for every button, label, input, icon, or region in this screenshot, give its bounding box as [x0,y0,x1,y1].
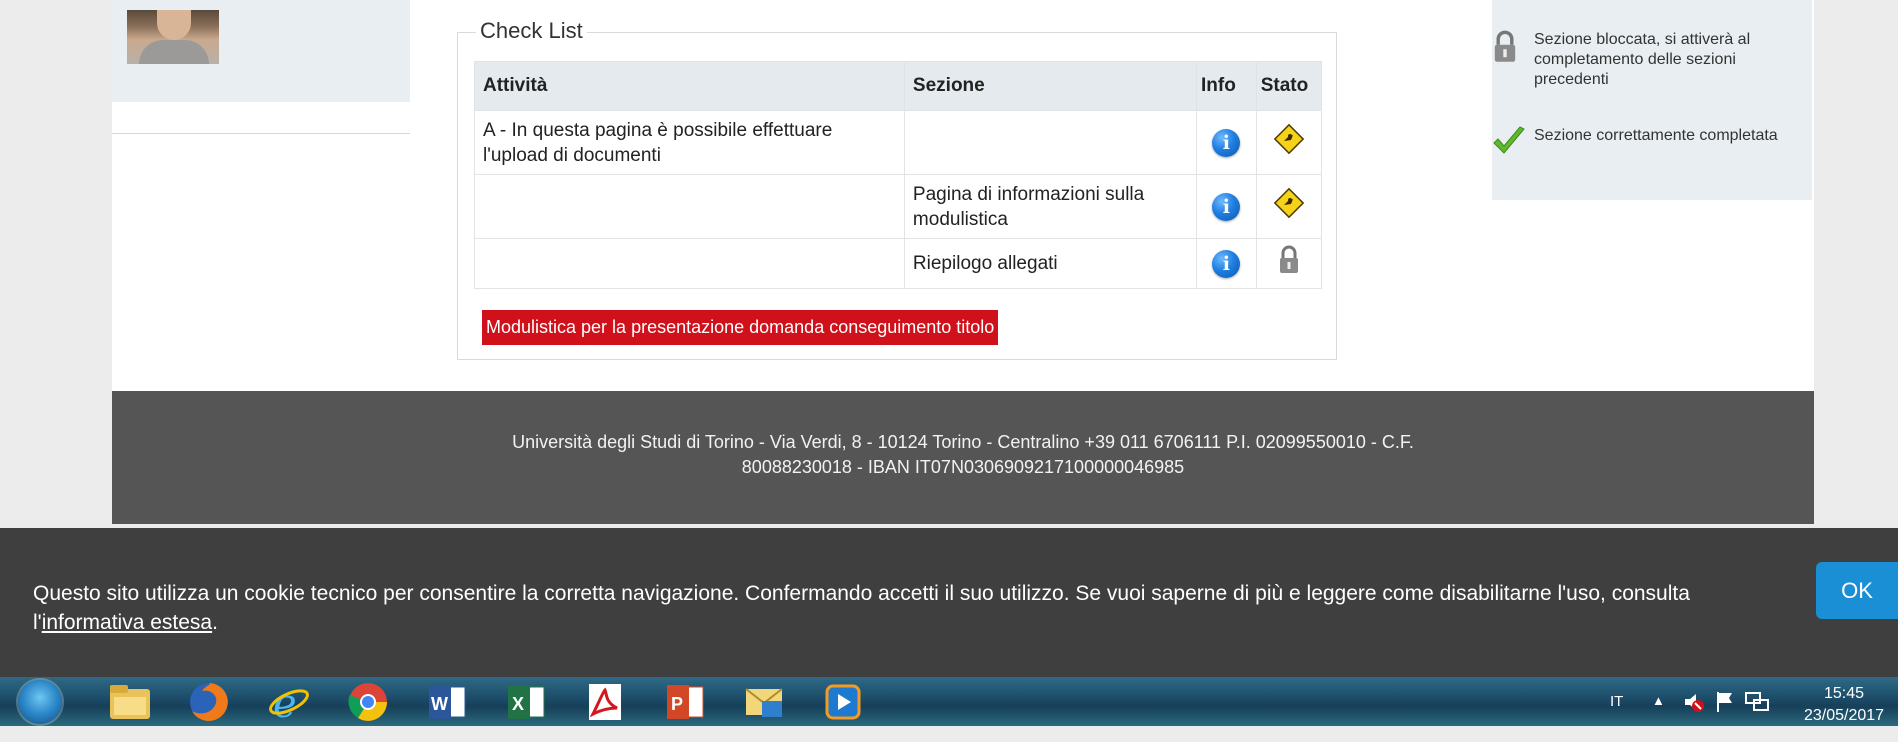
taskbar-clock[interactable]: 15:45 23/05/2017 [1790,683,1898,727]
network-icon[interactable] [1744,690,1770,714]
row-section: Pagina di informazioni sulla modulistica [903,174,1198,239]
start-orb-icon[interactable] [18,680,62,724]
table-row: Riepilogo allegati i [474,238,1323,289]
file-explorer-icon[interactable] [103,681,157,723]
header-section: Sezione [903,61,1198,111]
checkmark-icon [1493,126,1525,154]
legend-locked-text: Sezione bloccata, si attiverà al complet… [1534,31,1751,88]
svg-text:P: P [671,694,683,714]
header-info: Info [1196,61,1257,111]
info-icon[interactable]: i [1212,249,1241,278]
svg-text:X: X [512,694,524,714]
info-icon[interactable]: i [1212,128,1241,157]
outlook-icon[interactable] [737,681,791,723]
acrobat-icon[interactable] [578,681,632,723]
clock-time: 15:45 [1823,685,1865,702]
header-status: Stato [1255,61,1323,111]
clock-date: 23/05/2017 [1803,707,1885,724]
cookie-ok-button[interactable]: OK [1816,562,1898,619]
powerpoint-icon[interactable]: P [658,681,712,723]
table-row: A - In questa pagina è possibile effettu… [474,110,1323,175]
user-avatar [127,10,219,64]
footer-address: Università degli Studi di Torino - Via V… [512,432,1414,452]
cookie-policy-link[interactable]: informativa estesa [42,611,212,634]
row-activity: A - In questa pagina è possibile effettu… [474,110,905,175]
cookie-text: Questo sito utilizza un cookie tecnico p… [33,582,1690,634]
header-activity: Attività [474,61,905,111]
cookie-text-end: . [212,611,218,634]
site-footer: Università degli Studi di Torino - Via V… [112,391,1814,524]
media-player-icon[interactable] [816,681,870,723]
lock-icon [1494,30,1516,62]
cookie-message: Questo sito utilizza un cookie tecnico p… [33,579,1773,637]
warning-sign-icon[interactable] [1273,187,1305,219]
divider [112,133,410,134]
table-row: Pagina di informazioni sulla modulistica… [474,174,1323,239]
legend-done-text: Sezione correttamente completata [1534,127,1778,144]
warning-sign-icon[interactable] [1273,123,1305,155]
legend-locked: Sezione bloccata, si attiverà al complet… [1492,30,1812,100]
show-hidden-icons-icon[interactable]: ▲ [1652,693,1665,742]
language-indicator[interactable]: IT [1610,693,1623,742]
firefox-icon[interactable] [182,681,236,723]
row-section: Riepilogo allegati [903,238,1198,289]
footer-fiscal: 80088230018 - IBAN IT07N0306909217100000… [741,457,1185,477]
row-activity [474,238,905,289]
action-center-flag-icon[interactable] [1714,690,1736,714]
speaker-muted-icon[interactable] [1682,690,1706,714]
modulistica-button[interactable]: Modulistica per la presentazione domanda… [482,310,999,345]
svg-text:W: W [431,694,448,714]
info-icon[interactable]: i [1212,192,1241,221]
cookie-banner: Questo sito utilizza un cookie tecnico p… [0,528,1898,677]
row-section [903,110,1198,175]
excel-icon[interactable]: X [499,681,553,723]
table-header-row: Attività Sezione Info Stato [474,61,1323,111]
chrome-icon[interactable] [341,681,395,723]
legend-done: Sezione correttamente completata [1492,126,1812,176]
internet-explorer-icon[interactable]: e [262,681,316,723]
checklist-table: Attività Sezione Info Stato A - In quest… [474,61,1323,289]
row-activity [474,174,905,239]
lock-icon [1279,245,1298,273]
word-icon[interactable]: W [420,681,474,723]
checklist-title: Check List [476,18,587,44]
